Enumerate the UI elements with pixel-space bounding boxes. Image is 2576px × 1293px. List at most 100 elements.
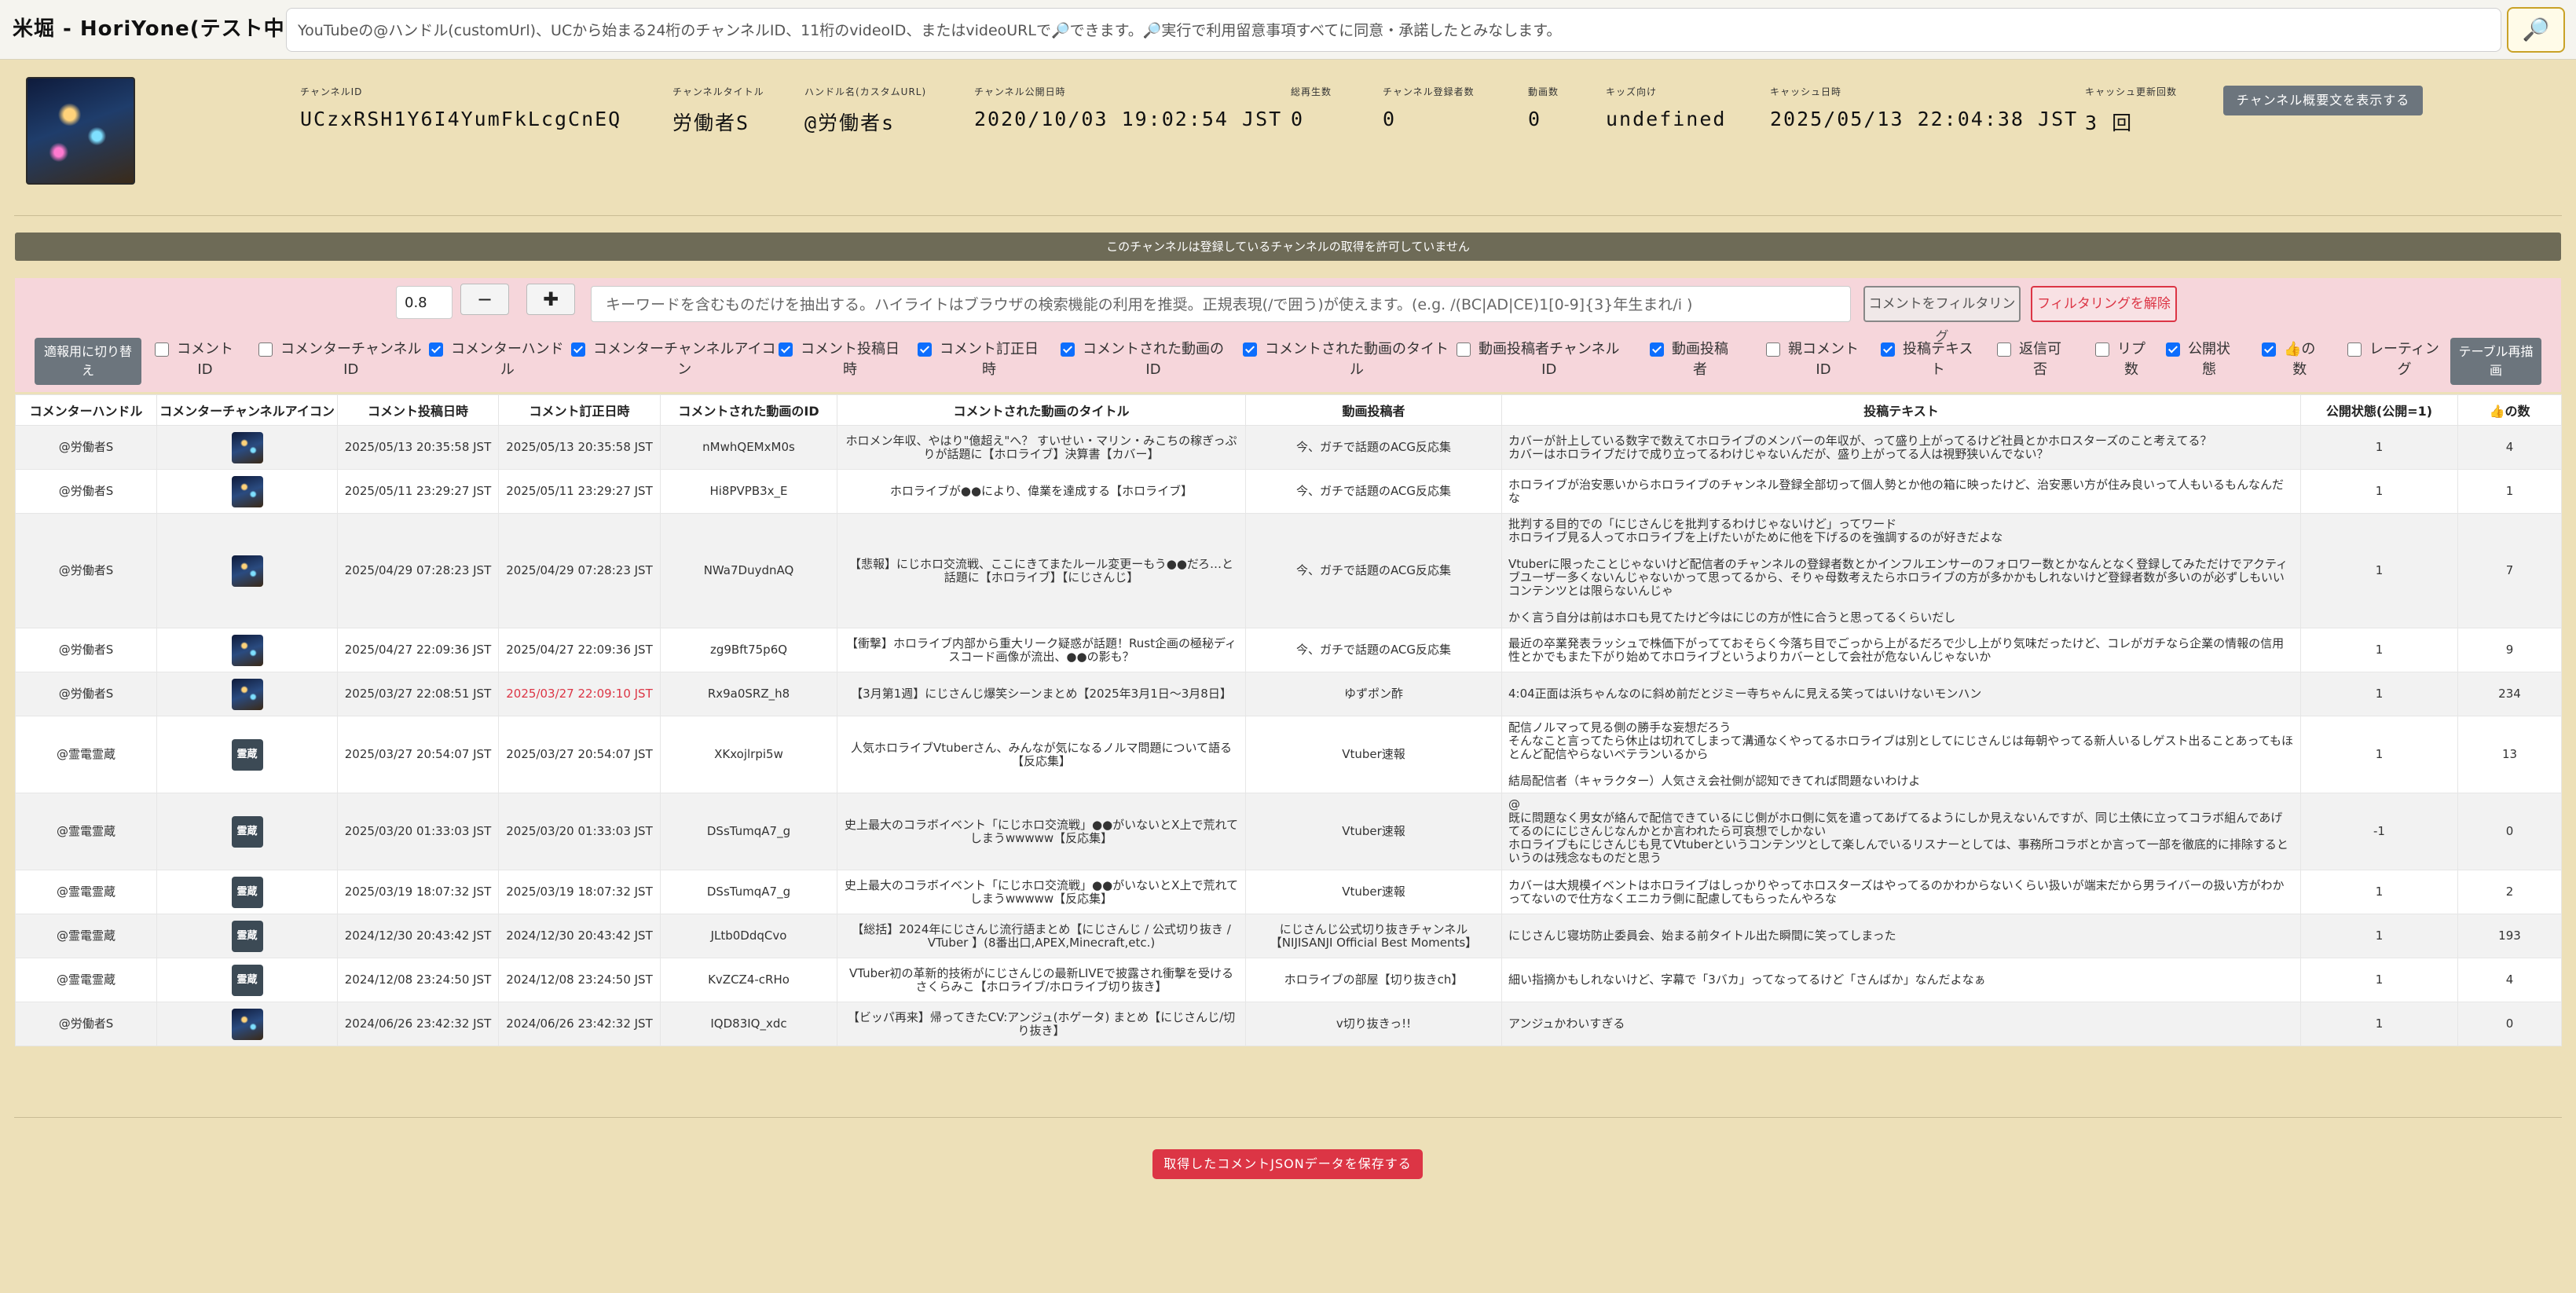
checkbox-checked-icon[interactable] [571, 342, 585, 357]
checkbox-checked-icon[interactable] [1650, 342, 1664, 357]
column-header[interactable]: コメントされた動画のID [660, 394, 837, 426]
column-toggle-checkbox[interactable]: コメンターチャンネル ID [258, 339, 421, 380]
comment-text-cell: 細い指摘かもしれないけど、字幕で「3バカ」ってなってるけど「さんばか」なんだよな… [1501, 958, 2301, 1002]
increment-button[interactable]: ✚ [526, 284, 575, 315]
search-input[interactable]: YouTubeの@ハンドル(customUrl)、UCから始まる24桁のチャンネ… [286, 8, 2501, 52]
column-toggle-checkbox[interactable]: 動画投稿者チャンネル ID [1457, 339, 1619, 380]
keyword-filter-input[interactable]: キーワードを含むものだけを抽出する。ハイライトはブラウザの検索機能の利用を推奨。… [591, 286, 1851, 322]
table-row: @霊電霊蔵 霊蔵 2025/03/19 18:07:32 JST 2025/03/19… [15, 870, 2562, 914]
column-header[interactable]: コメントされた動画のタイトル [837, 394, 1246, 426]
show-description-button[interactable]: チャンネル概要文を表示する [2223, 86, 2423, 115]
uploader-cell: ゆずポン酢 [1245, 672, 1502, 716]
column-toggle-checkbox[interactable]: コメントされた動画のタイトル [1243, 339, 1449, 380]
checkbox-unchecked-icon[interactable] [2095, 342, 2109, 357]
video-title-cell: 史上最大のコラボイベント「にじホロ交流戦」●●がいないとX上で荒れてしまうwww… [837, 793, 1246, 870]
likes-cell: 4 [2457, 958, 2562, 1002]
channel-avatar-icon[interactable] [231, 555, 263, 587]
column-toggle-checkbox[interactable]: コメント投稿日時 [779, 339, 900, 380]
commenter-icon-cell [156, 672, 338, 716]
checkbox-checked-icon[interactable] [2166, 342, 2180, 357]
posted-date-cell: 2025/03/19 18:07:32 JST [337, 870, 499, 914]
checkbox-unchecked-icon[interactable] [1997, 342, 2011, 357]
channel-avatar-icon[interactable] [231, 1008, 263, 1040]
decrement-button[interactable]: − [460, 284, 509, 315]
checkbox-checked-icon[interactable] [1243, 342, 1257, 357]
uploader-cell: にじさんじ公式切り抜きチャンネル【NIJISANJI Official Best… [1245, 914, 1502, 958]
cache-count-field: キャッシュ更新回数 3 回 [2085, 86, 2178, 134]
checkbox-checked-icon[interactable] [918, 342, 932, 357]
filter-comments-button[interactable]: コメントをフィルタリング [1863, 286, 2021, 345]
checkbox-checked-icon[interactable] [1061, 342, 1075, 357]
video-title-cell: 人気ホロライブVtuberさん、みんなが気になるノルマ問題について語る【反応集】 [837, 716, 1246, 793]
posted-date-cell: 2025/04/29 07:28:23 JST [337, 513, 499, 628]
edited-date-cell: 2025/03/19 18:07:32 JST [498, 870, 661, 914]
column-toggle-checkbox[interactable]: コメンターハンドル [429, 339, 564, 380]
checkbox-label: 👍の数 [2284, 341, 2316, 378]
column-header[interactable]: 👍の数 [2457, 394, 2562, 426]
channel-avatar-icon[interactable] [231, 634, 263, 666]
scale-input[interactable]: 0.8 [396, 286, 453, 319]
channel-text-avatar-icon[interactable]: 霊蔵 [231, 964, 263, 996]
checkbox-unchecked-icon[interactable] [155, 342, 169, 357]
commenter-icon-cell: 霊蔵 [156, 870, 338, 914]
channel-avatar-icon[interactable] [231, 475, 263, 507]
column-toggle-checkbox[interactable]: コメントされた動画の ID [1061, 339, 1224, 380]
checkbox-unchecked-icon[interactable] [1766, 342, 1780, 357]
column-header[interactable]: コメント投稿日時 [337, 394, 499, 426]
channel-text-avatar-icon[interactable]: 霊蔵 [231, 920, 263, 952]
clear-filter-button[interactable]: フィルタリングを解除 [2031, 286, 2177, 322]
column-toggle-checkbox[interactable]: 公開状態 [2166, 339, 2230, 380]
edited-date-cell: 2024/12/08 23:24:50 JST [498, 958, 661, 1002]
checkbox-checked-icon[interactable] [2262, 342, 2276, 357]
channel-text-avatar-icon[interactable]: 霊蔵 [231, 815, 263, 848]
save-json-button[interactable]: 取得したコメントJSONデータを保存する [1152, 1149, 1423, 1179]
column-header[interactable]: 投稿テキスト [1501, 394, 2301, 426]
edited-date-cell: 2025/04/29 07:28:23 JST [498, 513, 661, 628]
video-title-cell: 【ビッパ再来】帰ってきたCV:アンジュ(ホゲータ) まとめ【にじさんじ/切り抜き… [837, 1002, 1246, 1046]
column-toggle-checkbox[interactable]: 動画投稿者 [1650, 339, 1728, 380]
column-header[interactable]: 公開状態(公開=1) [2300, 394, 2458, 426]
column-toggle-checkbox[interactable]: レーティング [2347, 339, 2439, 380]
channel-text-avatar-icon[interactable]: 霊蔵 [231, 738, 263, 771]
uploader-cell: 今、ガチで話題のACG反応集 [1245, 628, 1502, 672]
checkbox-unchecked-icon[interactable] [258, 342, 273, 357]
search-icon: 🔎 [2522, 16, 2550, 42]
likes-cell: 234 [2457, 672, 2562, 716]
column-toggle-checkbox[interactable]: コメンターチャンネルアイコン [571, 339, 776, 380]
column-toggle-checkbox[interactable]: コメント ID [155, 339, 233, 380]
channel-avatar-icon[interactable] [231, 431, 263, 463]
status-cell: 1 [2300, 1002, 2458, 1046]
checkbox-unchecked-icon[interactable] [2347, 342, 2362, 357]
video-id-cell: zg9Bft75p6Q [660, 628, 837, 672]
cache-date-field: キャッシュ日時 2025/05/13 22:04:38 JST [1770, 86, 2079, 130]
edited-date-cell: 2025/03/27 22:09:10 JST [498, 672, 661, 716]
toggle-report-mode-button[interactable]: 適報用に切り替 え [35, 338, 141, 385]
channel-text-avatar-icon[interactable]: 霊蔵 [231, 876, 263, 908]
comment-text-cell: カバーが計上している数字で数えてホロライブのメンバーの年収が、って盛り上がってる… [1501, 425, 2301, 470]
commenter-icon-cell: 霊蔵 [156, 793, 338, 870]
plus-icon: ✚ [542, 288, 559, 310]
column-header[interactable]: コメンターチャンネルアイコン [156, 394, 338, 426]
table-row: @労働者S 2025/04/27 22:09:36 JST 2025/04/27 2… [15, 628, 2562, 672]
column-toggle-checkbox[interactable]: 返信可否 [1997, 339, 2061, 380]
comment-text-cell: ホロライブが治安悪いからホロライブのチャンネル登録全部切って個人勢とか他の箱に映… [1501, 469, 2301, 514]
column-toggle-checkbox[interactable]: リプ数 [2095, 339, 2145, 380]
redraw-table-button[interactable]: テーブル再描 画 [2450, 338, 2541, 385]
edited-date-cell: 2025/04/27 22:09:36 JST [498, 628, 661, 672]
comment-text-cell: にじさんじ寝坊防止委員会、始まる前タイトル出た瞬間に笑ってしまった [1501, 914, 2301, 958]
column-toggle-checkbox[interactable]: コメント訂正日時 [918, 339, 1039, 380]
checkbox-unchecked-icon[interactable] [1457, 342, 1471, 357]
column-toggle-checkbox[interactable]: 👍の数 [2262, 339, 2315, 380]
column-toggle-checkbox[interactable]: 親コメント ID [1766, 339, 1859, 380]
column-header[interactable]: 動画投稿者 [1245, 394, 1502, 426]
column-toggle-checkbox[interactable]: 投稿テキスト [1881, 339, 1973, 380]
likes-cell: 4 [2457, 425, 2562, 470]
search-button[interactable]: 🔎 [2507, 7, 2565, 53]
checkbox-checked-icon[interactable] [429, 342, 443, 357]
checkbox-checked-icon[interactable] [1881, 342, 1895, 357]
commenter-handle-cell: @霊電霊蔵 [15, 870, 157, 914]
column-header[interactable]: コメンターハンドル [15, 394, 157, 426]
checkbox-checked-icon[interactable] [779, 342, 793, 357]
channel-avatar-icon[interactable] [231, 678, 263, 710]
column-header[interactable]: コメント訂正日時 [498, 394, 661, 426]
